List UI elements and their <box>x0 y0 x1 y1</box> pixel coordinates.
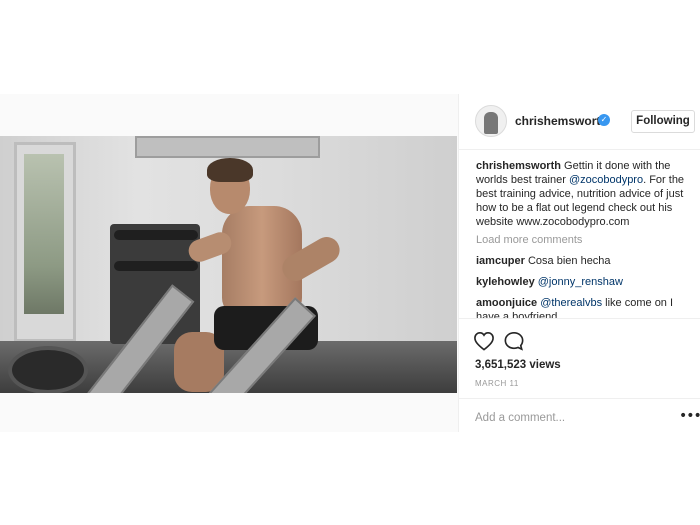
add-comment-bar: ••• <box>459 398 700 432</box>
comment: kylehowley @jonny_renshaw <box>476 275 686 289</box>
dumbbell-row <box>114 261 198 271</box>
view-count[interactable]: 3,651,523 views <box>475 359 561 371</box>
instagram-post: chrishemsworth ✓ Following chrishemswort… <box>0 94 700 432</box>
dumbbell-row <box>114 230 198 240</box>
comment-bubble-icon[interactable] <box>503 331 525 351</box>
door-view-plants <box>24 154 64 314</box>
load-more-comments-link[interactable]: Load more comments <box>476 233 686 247</box>
comment-text: Cosa bien hecha <box>527 255 611 267</box>
comment-username[interactable]: iamcuper <box>476 255 525 267</box>
comment-mention[interactable]: @jonny_renshaw <box>538 276 623 288</box>
action-bar <box>459 318 700 351</box>
post-date[interactable]: MARCH 11 <box>475 379 519 388</box>
post-header: chrishemsworth ✓ Following <box>459 94 700 150</box>
person-hair <box>207 158 253 182</box>
avatar-photo <box>484 112 498 134</box>
caption-username[interactable]: chrishemsworth <box>476 160 561 172</box>
ellipsis-icon[interactable]: ••• <box>679 408 700 424</box>
background-window <box>135 136 320 158</box>
following-button[interactable]: Following <box>631 110 695 133</box>
verified-badge-icon: ✓ <box>598 114 610 126</box>
heart-icon[interactable] <box>473 331 495 351</box>
video-player[interactable] <box>0 136 457 393</box>
comment-username[interactable]: amoonjuice <box>476 297 537 309</box>
avatar[interactable] <box>475 105 507 137</box>
comment: iamcuper Cosa bien hecha <box>476 254 686 268</box>
comment: amoonjuice @therealvbs like come on I ha… <box>476 296 686 318</box>
add-comment-input[interactable] <box>475 410 655 426</box>
post-media <box>0 94 459 432</box>
header-username[interactable]: chrishemsworth <box>515 114 608 128</box>
comments-section: chrishemsworth Gettin it done with the w… <box>459 150 700 318</box>
post-caption: chrishemsworth Gettin it done with the w… <box>476 159 686 229</box>
weight-plate <box>8 346 88 393</box>
caption-mention[interactable]: @zocobodypro <box>569 174 643 186</box>
comment-username[interactable]: kylehowley <box>476 276 535 288</box>
comment-mention[interactable]: @therealvbs <box>540 297 602 309</box>
post-sidebar: chrishemsworth ✓ Following chrishemswort… <box>459 94 700 432</box>
